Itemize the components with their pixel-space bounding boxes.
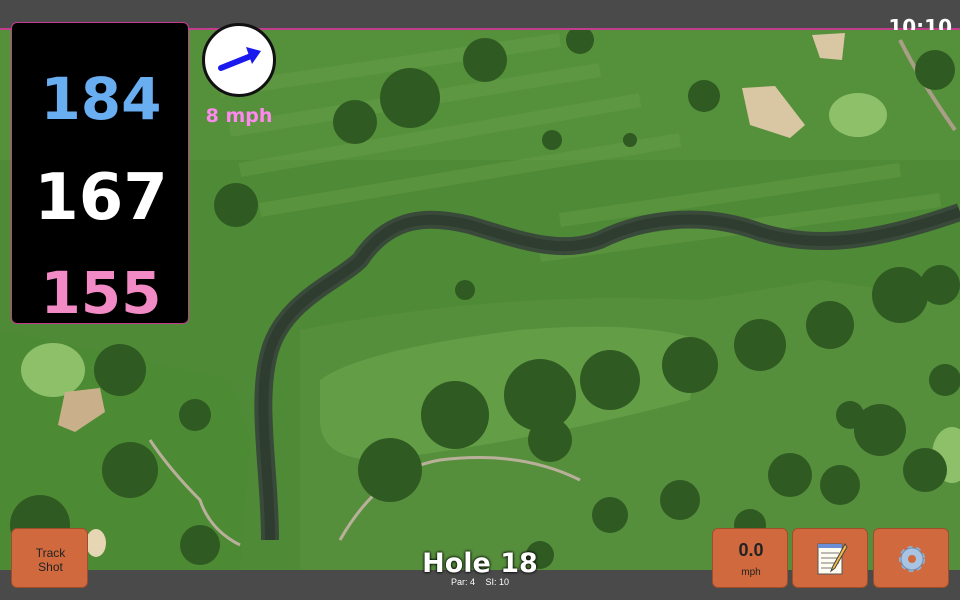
hole-stroke-index: SI: 10: [485, 577, 510, 587]
arrow-up-right-icon: [218, 47, 261, 71]
notepad-icon: [817, 543, 848, 575]
gps-screen: 10:10 184 167 155 8 mph Track Shot Hole …: [0, 0, 960, 600]
gear-icon: [899, 546, 925, 572]
speed-button[interactable]: 0.0 mph: [712, 528, 788, 588]
speed-unit: mph: [741, 567, 761, 578]
notes-button[interactable]: [792, 528, 868, 588]
track-shot-label-line1: Track: [35, 546, 66, 560]
settings-button[interactable]: [873, 528, 949, 588]
wind-speed: 8 mph: [205, 105, 273, 127]
speed-value: 0.0: [738, 540, 764, 560]
hole-info: Par: 4 SI: 10: [380, 577, 580, 587]
front-distance: 155: [40, 259, 162, 327]
hole-par: Par: 4: [450, 577, 475, 587]
hole-title: Hole 18: [422, 548, 538, 579]
wind-indicator: [202, 23, 276, 97]
track-shot-button[interactable]: Track Shot: [11, 528, 88, 588]
middle-distance: 167: [34, 161, 168, 235]
distance-panel: 184 167 155: [11, 22, 189, 327]
track-shot-label-line2: Shot: [38, 560, 63, 574]
back-distance: 184: [40, 65, 162, 133]
